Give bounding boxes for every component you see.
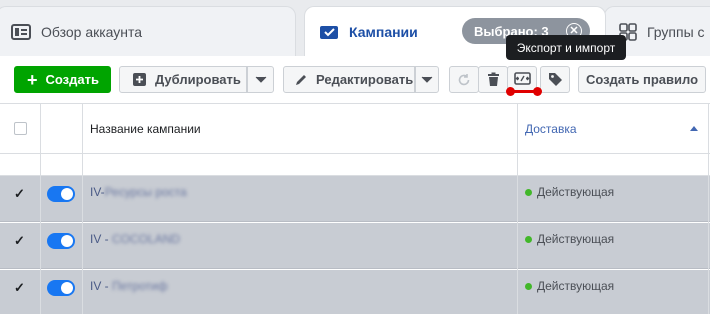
- campaign-name-hidden: COCOLAND: [112, 232, 181, 246]
- duplicate-dropdown-button[interactable]: [247, 66, 274, 93]
- edit-button-label: Редактировать: [316, 72, 414, 87]
- refresh-icon: [457, 73, 471, 87]
- plus-icon: +: [27, 69, 38, 90]
- create-rule-button-label: Создать правило: [585, 72, 699, 87]
- refresh-button[interactable]: [449, 66, 479, 93]
- chevron-down-icon: [421, 76, 433, 84]
- campaign-toolbar: + Создать Дублировать Редактировать Созд…: [0, 56, 710, 104]
- campaign-name-prefix: IV -: [90, 279, 113, 293]
- status-active-dot: [525, 282, 532, 290]
- column-divider: [708, 104, 709, 314]
- table-row[interactable]: ✓ IV - Петротиф Действующая: [0, 270, 710, 314]
- annotation-underline: [506, 87, 542, 96]
- account-overview-icon: [11, 23, 31, 40]
- row-checkbox[interactable]: ✓: [14, 186, 25, 202]
- table-row[interactable]: ✓ IV-Ресурсы роста Действующая: [0, 176, 710, 222]
- duplicate-button-label: Дублировать: [155, 72, 241, 87]
- tab-account-overview-label: Обзор аккаунта: [41, 23, 143, 40]
- column-header-delivery[interactable]: Доставка: [525, 122, 577, 136]
- export-import-icon: [513, 72, 531, 87]
- annotation-dot-right: [533, 87, 542, 96]
- tooltip-text: Экспорт и импорт: [516, 40, 616, 55]
- delivery-status: Действующая: [525, 279, 614, 293]
- tag-button[interactable]: [540, 66, 570, 93]
- table-summary-row: [0, 154, 710, 176]
- campaign-name-link[interactable]: IV - Петротиф: [90, 279, 168, 293]
- campaign-name-prefix: IV -: [90, 232, 113, 246]
- row-checkbox[interactable]: ✓: [14, 233, 25, 249]
- chevron-down-icon: [255, 76, 267, 84]
- trash-icon: [487, 72, 500, 87]
- duplicate-button[interactable]: Дублировать: [119, 66, 247, 93]
- tab-ad-groups-label: Группы с: [647, 23, 705, 40]
- tab-campaigns-label: Кампании: [349, 23, 418, 40]
- table-header: Название кампании Доставка: [0, 104, 710, 154]
- delivery-status: Действующая: [525, 232, 614, 246]
- campaign-toggle[interactable]: [47, 233, 75, 249]
- create-button[interactable]: + Создать: [14, 66, 111, 93]
- column-divider: [40, 104, 41, 314]
- edit-dropdown-button[interactable]: [415, 66, 439, 93]
- campaign-name-link[interactable]: IV - COCOLAND: [90, 232, 180, 246]
- campaigns-table: Название кампании Доставка ✓ IV-Ресурсы …: [0, 104, 710, 314]
- campaign-name-prefix: IV-: [90, 185, 105, 199]
- campaign-name-hidden: Петротиф: [112, 279, 168, 293]
- campaign-folder-icon: [319, 24, 339, 40]
- export-import-tooltip: Экспорт и импорт: [506, 35, 626, 60]
- column-divider: [517, 104, 518, 314]
- table-row[interactable]: ✓ IV - COCOLAND Действующая: [0, 223, 710, 269]
- duplicate-icon: [132, 72, 147, 87]
- select-all-checkbox[interactable]: [14, 122, 27, 135]
- status-active-dot: [525, 188, 532, 196]
- delivery-status-label: Действующая: [537, 185, 615, 199]
- toggle-knob: [61, 282, 73, 294]
- pencil-icon: [294, 73, 308, 87]
- annotation-dot-left: [506, 87, 515, 96]
- campaign-toggle[interactable]: [47, 280, 75, 296]
- column-divider: [82, 104, 83, 314]
- create-button-label: Создать: [45, 72, 99, 87]
- row-checkbox[interactable]: ✓: [14, 280, 25, 296]
- column-header-campaign-name[interactable]: Название кампании: [90, 122, 201, 136]
- toggle-knob: [61, 235, 73, 247]
- status-active-dot: [525, 235, 532, 243]
- create-rule-button[interactable]: Создать правило: [578, 66, 706, 93]
- delete-button[interactable]: [478, 66, 508, 93]
- campaign-name-link[interactable]: IV-Ресурсы роста: [90, 185, 187, 199]
- campaign-name-hidden: Ресурсы роста: [104, 185, 187, 199]
- delivery-status: Действующая: [525, 185, 614, 199]
- edit-button[interactable]: Редактировать: [283, 66, 415, 93]
- delivery-status-label: Действующая: [537, 232, 615, 246]
- campaign-toggle[interactable]: [47, 186, 75, 202]
- toggle-knob: [61, 188, 73, 200]
- delivery-status-label: Действующая: [537, 279, 615, 293]
- tag-icon: [548, 72, 563, 87]
- sort-ascending-icon[interactable]: [690, 126, 698, 131]
- tab-account-overview[interactable]: Обзор аккаунта: [0, 6, 296, 56]
